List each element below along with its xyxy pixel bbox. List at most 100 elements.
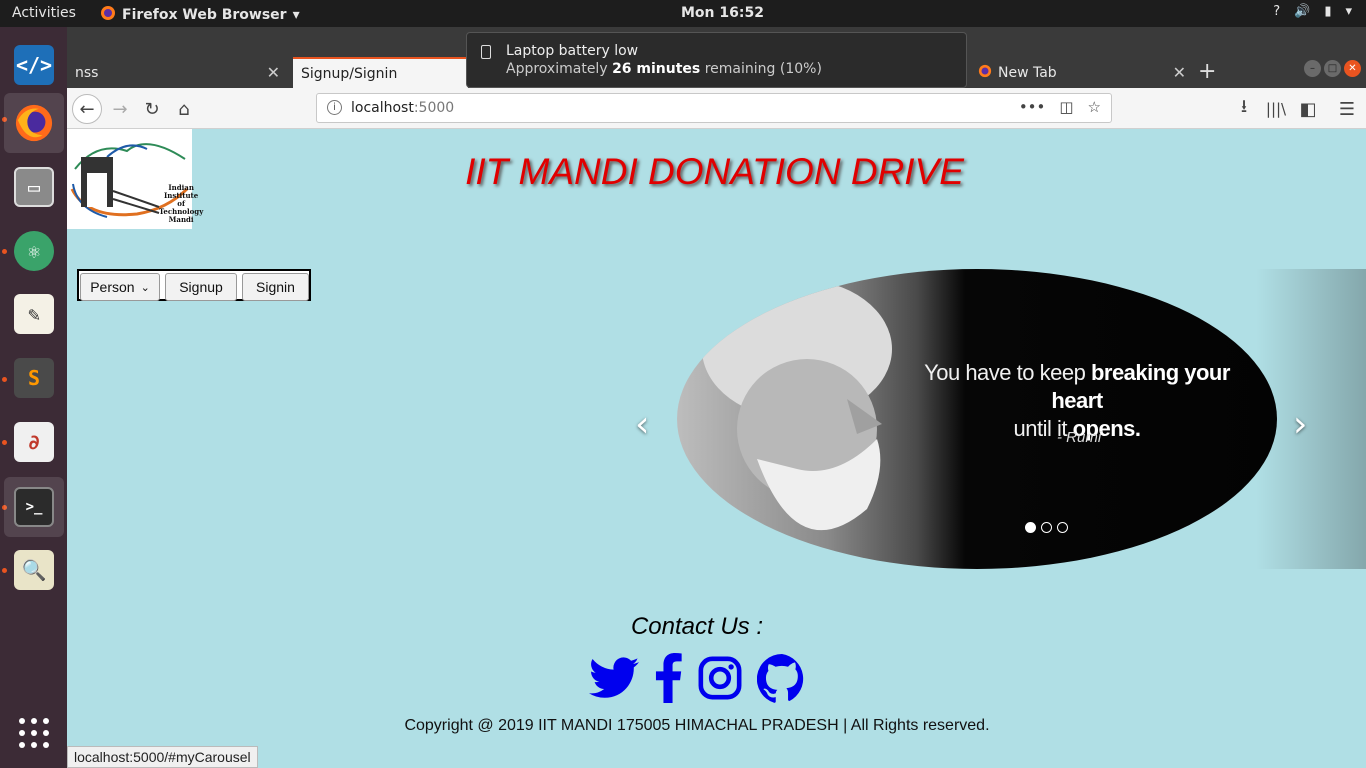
- pocket-icon[interactable]: ◫: [1059, 98, 1073, 116]
- info-icon[interactable]: i: [327, 100, 342, 115]
- carousel-slide: You have to keep breaking your heart unt…: [677, 269, 1277, 569]
- sublime-icon: S: [14, 358, 54, 398]
- dock-atom[interactable]: ⚛: [4, 221, 64, 281]
- carousel-prev-button[interactable]: ‹: [635, 404, 649, 445]
- arrow-right-icon: →: [112, 98, 128, 120]
- firefox-icon: [14, 103, 54, 143]
- carousel-indicators: [1025, 522, 1068, 533]
- image-viewer-icon: 🔍: [14, 550, 54, 590]
- carousel-indicator-3[interactable]: [1057, 522, 1068, 533]
- dock-image-viewer[interactable]: 🔍: [4, 540, 64, 600]
- quote-text: You have to keep: [924, 360, 1086, 385]
- battery-icon[interactable]: ▮: [1324, 4, 1331, 19]
- minimize-button[interactable]: –: [1304, 60, 1321, 77]
- copyright-text: Copyright @ 2019 IIT MANDI 175005 HIMACH…: [404, 717, 990, 734]
- facebook-icon[interactable]: [653, 653, 683, 707]
- dock-firefox[interactable]: [4, 93, 64, 153]
- user-type-value: Person: [90, 279, 135, 295]
- url-host: localhost: [351, 100, 414, 116]
- library-button[interactable]: |||\: [1261, 94, 1291, 124]
- close-window-button[interactable]: ✕: [1344, 60, 1361, 77]
- signup-button[interactable]: Signup: [165, 273, 237, 301]
- maximize-button[interactable]: □: [1324, 60, 1341, 77]
- url-port: :5000: [413, 100, 455, 116]
- url-text[interactable]: localhost:5000: [351, 100, 454, 116]
- carousel-indicator-1[interactable]: [1025, 522, 1036, 533]
- home-icon: ⌂: [178, 98, 190, 120]
- close-icon[interactable]: ✕: [267, 63, 280, 82]
- forward-button[interactable]: →: [105, 94, 135, 124]
- github-icon[interactable]: [756, 653, 807, 707]
- library-icon: |||\: [1265, 100, 1287, 118]
- hamburger-icon: ☰: [1338, 98, 1356, 120]
- download-icon: ⭳: [1240, 96, 1248, 117]
- quote-carousel: You have to keep breaking your heart unt…: [607, 269, 1366, 569]
- document-viewer-icon: ∂: [14, 422, 54, 462]
- battery-icon: [481, 45, 491, 59]
- signin-button[interactable]: Signin: [242, 273, 309, 301]
- home-button[interactable]: ⌂: [169, 94, 199, 124]
- show-applications-button[interactable]: [4, 703, 64, 763]
- chevron-left-icon: ‹: [635, 404, 650, 445]
- chevron-right-icon: ›: [1293, 404, 1308, 445]
- firefox-icon: [978, 64, 992, 82]
- logo-text-line: Mandi: [168, 215, 194, 224]
- contact-title: Contact Us :: [630, 613, 764, 640]
- back-button[interactable]: ←: [72, 94, 102, 124]
- system-top-bar: Activities Firefox Web Browser ▾ Mon 16:…: [0, 0, 1366, 27]
- clock[interactable]: Mon 16:52: [681, 5, 764, 21]
- link-status-bar: localhost:5000/#myCarousel: [67, 746, 258, 768]
- battery-notification[interactable]: Laptop battery low Approximately 26 minu…: [466, 32, 967, 88]
- volume-icon[interactable]: 🔊: [1294, 4, 1310, 19]
- firefox-icon: [100, 5, 116, 25]
- reload-button[interactable]: ↻: [137, 94, 167, 124]
- arrow-left-icon: ←: [79, 98, 95, 120]
- notification-body-time: 26 minutes: [612, 61, 701, 77]
- user-type-select[interactable]: Person ⌄: [80, 273, 160, 301]
- tab-title: nss: [75, 64, 99, 81]
- tab-signup-signin[interactable]: Signup/Signin: [293, 57, 468, 88]
- activities-button[interactable]: Activities: [12, 5, 76, 21]
- carousel-indicator-2[interactable]: [1041, 522, 1052, 533]
- tab-new-tab[interactable]: New Tab ✕: [970, 57, 1196, 88]
- url-actions: ••• ◫ ☆: [1019, 98, 1101, 116]
- menu-button[interactable]: ☰: [1332, 94, 1362, 124]
- files-icon: ▭: [14, 167, 54, 207]
- sidebar-button[interactable]: ◧: [1293, 94, 1323, 124]
- chevron-down-icon: ▾: [292, 7, 300, 23]
- instagram-icon[interactable]: [697, 655, 743, 705]
- dock: </> ▭ ⚛ ✎ S ∂ >_ 🔍: [0, 27, 67, 768]
- dock-text-editor[interactable]: ✎: [4, 284, 64, 344]
- carousel-next-button[interactable]: ›: [1293, 404, 1307, 445]
- sidebar-icon: ◧: [1299, 98, 1317, 120]
- app-menu-label: Firefox Web Browser: [122, 7, 287, 23]
- chevron-down-icon: ⌄: [140, 281, 150, 294]
- notification-body-prefix: Approximately: [506, 61, 608, 77]
- dock-vscode[interactable]: </>: [4, 35, 64, 95]
- dock-files[interactable]: ▭: [4, 157, 64, 217]
- system-tray[interactable]: ? 🔊 ▮ ▾: [1273, 4, 1352, 19]
- tab-title: New Tab: [998, 64, 1057, 81]
- dock-terminal[interactable]: >_: [4, 477, 64, 537]
- bookmark-star-icon[interactable]: ☆: [1088, 98, 1101, 116]
- downloads-button[interactable]: ⭳: [1229, 94, 1259, 124]
- tab-nss[interactable]: nss ✕: [67, 57, 290, 88]
- text-editor-icon: ✎: [14, 294, 54, 334]
- new-tab-button[interactable]: +: [1198, 59, 1216, 84]
- dock-sublime[interactable]: S: [4, 348, 64, 408]
- chevron-down-icon[interactable]: ▾: [1345, 4, 1352, 19]
- help-icon[interactable]: ?: [1273, 4, 1280, 19]
- notification-body: Approximately 26 minutes remaining (10%): [506, 61, 822, 77]
- auth-controls: Person ⌄ Signup Signin: [77, 269, 311, 301]
- notification-title: Laptop battery low: [506, 43, 639, 59]
- close-icon[interactable]: ✕: [1173, 63, 1186, 82]
- page-actions-icon[interactable]: •••: [1019, 98, 1046, 116]
- app-menu[interactable]: Firefox Web Browser ▾: [100, 5, 300, 25]
- notification-body-suffix: remaining (10%): [704, 61, 822, 77]
- dock-document-viewer[interactable]: ∂: [4, 412, 64, 472]
- twitter-icon[interactable]: [589, 656, 639, 704]
- reload-icon: ↻: [144, 98, 160, 120]
- page-title: IIT MANDI DONATION DRIVE: [67, 151, 1366, 193]
- page-content: Indian Institute of Technology Mandi IIT…: [67, 129, 1366, 768]
- url-bar[interactable]: i localhost:5000 ••• ◫ ☆: [316, 93, 1112, 123]
